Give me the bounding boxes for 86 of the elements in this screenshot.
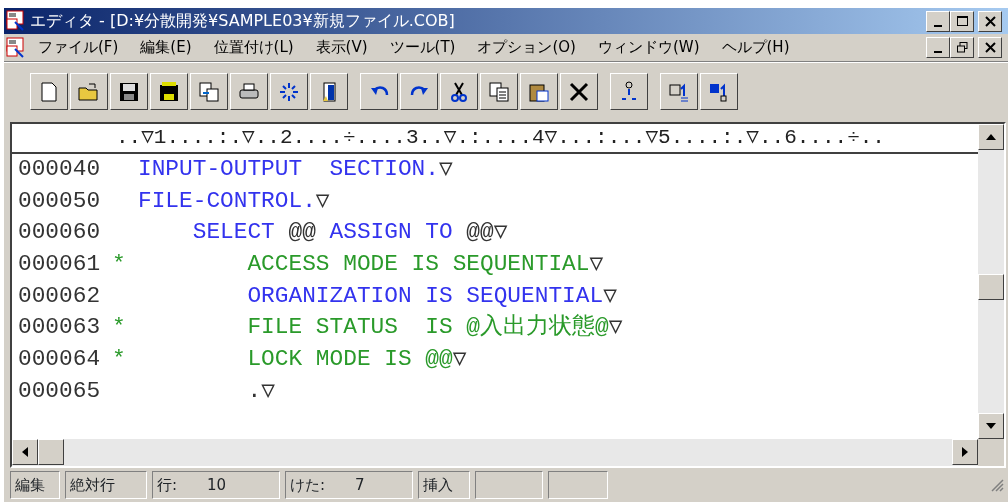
toolbar-button[interactable] <box>110 73 148 110</box>
toolbar-button[interactable] <box>520 73 558 110</box>
restore-icon <box>955 41 969 54</box>
status-panel <box>548 471 608 499</box>
comment-marker-label: * <box>112 345 127 375</box>
comment-marker-label: * <box>112 250 127 280</box>
corner-box <box>978 439 1004 466</box>
scroll-right-button[interactable] <box>952 439 978 465</box>
minimize-button[interactable] <box>926 37 950 58</box>
status-panel <box>475 471 543 499</box>
menu-item[interactable]: ウィンドウ(W) <box>587 36 710 59</box>
minimize-button[interactable] <box>926 10 950 32</box>
line-number: 000062 <box>17 281 102 311</box>
up-arrow-icon <box>986 134 996 140</box>
toolbar-button[interactable] <box>700 73 738 110</box>
down-arrow-icon <box>986 423 996 429</box>
scroll-down-button[interactable] <box>978 413 1004 439</box>
scroll-thumb[interactable] <box>38 439 64 465</box>
menu-item[interactable]: ツール(T) <box>379 36 466 59</box>
code-line: FILE STATUS IS @入出力状態@▽ <box>246 313 623 343</box>
menu-item[interactable]: 位置付け(L) <box>203 36 304 59</box>
line-number: 000063 <box>17 313 102 343</box>
toolbar-button[interactable] <box>190 73 228 110</box>
minimize-icon <box>934 24 942 27</box>
line-number: 000050 <box>17 186 102 216</box>
menu-item[interactable]: 表示(V) <box>305 36 378 59</box>
maximize-button[interactable] <box>950 10 974 32</box>
save-all-disk-icon <box>157 79 181 104</box>
copy-pages-icon <box>197 79 221 104</box>
menu-item[interactable]: 編集(E) <box>130 36 202 59</box>
close-icon <box>983 14 997 28</box>
app-icon <box>6 10 26 32</box>
column-ruler: ..▽1....:.▽..2....÷....3..▽.:....4▽...:...▽5....:.▽..6....÷.. <box>12 124 978 154</box>
toolbar-button[interactable] <box>230 73 268 110</box>
line-number: 000064 <box>17 345 102 375</box>
code-line: FILE-CONTROL.▽ <box>138 186 330 216</box>
toolbar-button[interactable] <box>610 73 648 110</box>
status-value: 10 <box>207 474 227 496</box>
maximize-icon <box>955 14 969 28</box>
status-label: 行: <box>157 474 178 496</box>
status-value: 7 <box>355 474 365 496</box>
code-line: LOCK MODE IS @@▽ <box>246 345 467 375</box>
toolbar-button[interactable] <box>310 73 348 110</box>
resize-grip-icon <box>990 478 1004 492</box>
code-line: .▽ <box>246 376 275 406</box>
toolbar-button[interactable] <box>30 73 68 110</box>
status-label: けた: <box>290 474 326 496</box>
status-label: 絶対行 <box>70 474 115 496</box>
toolbar-button[interactable] <box>480 73 518 110</box>
toolbar-button[interactable] <box>660 73 698 110</box>
menu-item[interactable]: ヘルプ(H) <box>711 36 800 59</box>
redo-arrow-icon <box>409 85 429 98</box>
close-button[interactable] <box>978 37 1002 58</box>
code-line: SELECT @@ ASSIGN TO @@▽ <box>191 218 508 248</box>
menu-item[interactable]: ファイル(F) <box>28 36 129 59</box>
copy-pages-2-icon <box>487 79 511 104</box>
menu-item[interactable]: オプション(O) <box>467 36 586 59</box>
comment-marker-label: * <box>112 313 127 343</box>
toolbar-button[interactable] <box>440 73 478 110</box>
window-title: エディタ - [D:¥分散開発¥SAMPLE03¥新規ファイル.COB] <box>30 10 456 32</box>
undo-arrow-icon <box>369 85 389 98</box>
scroll-thumb[interactable] <box>978 274 1004 300</box>
line-number: 000060 <box>17 218 102 248</box>
code-line: ACCESS MODE IS SEQUENTIAL▽ <box>246 250 604 280</box>
code-line: INPUT-OUTPUT SECTION.▽ <box>138 155 453 184</box>
toolbar-button[interactable] <box>560 73 598 110</box>
left-arrow-icon <box>22 447 28 457</box>
minimize-icon <box>934 51 942 53</box>
toolbar-button[interactable] <box>70 73 108 110</box>
document-icon <box>6 36 26 59</box>
scroll-up-button[interactable] <box>978 124 1004 150</box>
close-icon <box>983 41 997 54</box>
scroll-left-button[interactable] <box>12 439 38 465</box>
status-label: 編集 <box>15 474 45 496</box>
line-number: 000065 <box>17 376 102 406</box>
code-line: ORGANIZATION IS SEQUENTIAL▽ <box>246 281 617 311</box>
toolbar-button[interactable] <box>270 73 308 110</box>
line-number: 000061 <box>17 250 102 280</box>
toolbar-button[interactable] <box>360 73 398 110</box>
toolbar-button[interactable] <box>400 73 438 110</box>
right-arrow-icon <box>962 447 968 457</box>
toolbar-button[interactable] <box>150 73 188 110</box>
restore-button[interactable] <box>950 37 974 58</box>
line-number: 000040 <box>17 155 102 184</box>
status-label: 挿入 <box>423 474 453 496</box>
close-button[interactable] <box>978 10 1002 32</box>
